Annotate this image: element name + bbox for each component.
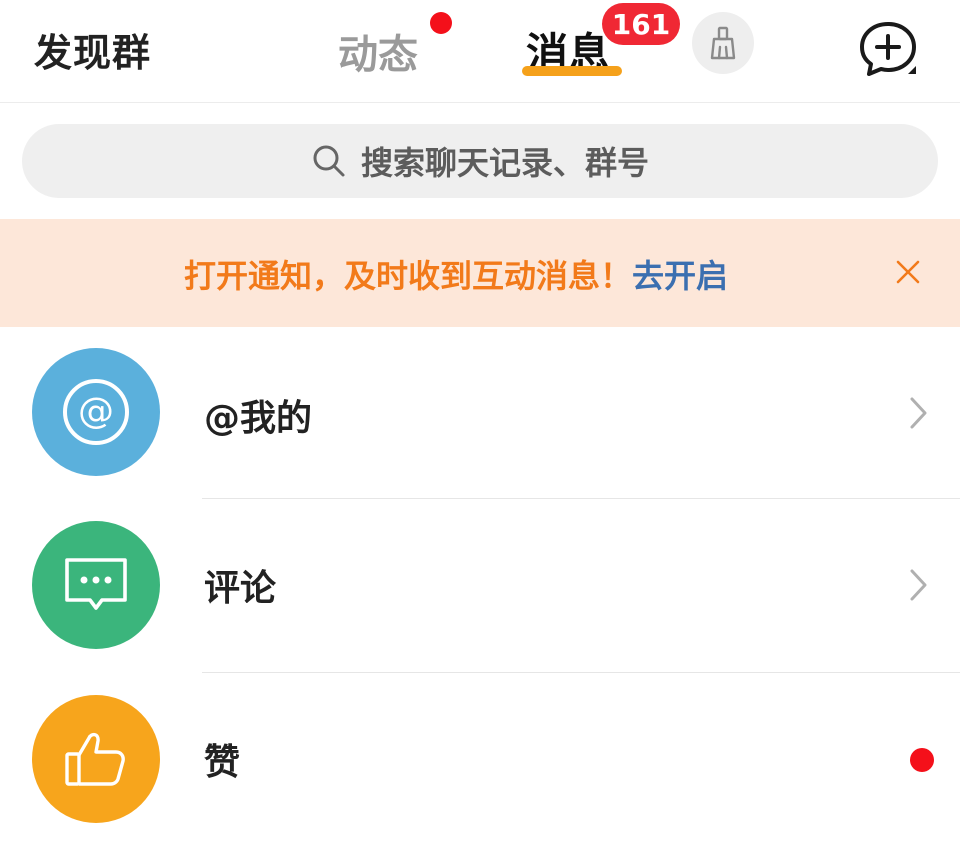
close-icon[interactable] [890,254,926,290]
comment-icon [65,558,127,610]
svg-text:@: @ [78,391,114,432]
mentions-avatar: @ [32,348,160,476]
comments-avatar [32,521,160,649]
at-icon: @ [63,379,129,445]
search-placeholder: 搜索聊天记录、群号 [360,144,649,182]
tab-dongtai-dot [430,12,452,34]
search-bar[interactable]: 搜索聊天记录、群号 [22,124,938,198]
clear-unread-button[interactable] [692,12,754,74]
top-bar: 发现群 动态 消息 161 [0,0,960,103]
likes-label: 赞 [204,742,241,783]
list-item-comments[interactable]: 评论 [0,499,960,671]
likes-avatar [32,695,160,823]
add-chat-icon[interactable] [856,18,920,82]
notification-message: 打开通知，及时收到互动消息！ [184,257,633,295]
tab-dongtai[interactable]: 动态 [338,22,418,80]
unread-dot [910,748,934,772]
search-icon [313,145,345,177]
list-item-likes[interactable]: 赞 [0,673,960,845]
enable-notification-link[interactable]: 去开启 [632,257,728,295]
list-item-mentions[interactable]: @ @我的 [0,327,960,499]
discover-groups-button[interactable]: 发现群 [34,22,151,77]
notification-message-line: 打开通知，及时收到互动消息！去开启 [184,251,728,297]
mentions-label: @我的 [204,398,313,439]
unread-count-badge: 161 [602,3,680,45]
thumbs-up-icon [65,732,125,786]
comments-label: 评论 [204,568,277,609]
active-tab-indicator [522,66,622,76]
chevron-right-icon [910,569,927,601]
broom-icon [710,26,736,60]
chevron-right-icon [910,397,927,429]
notification-banner: 打开通知，及时收到互动消息！去开启 [0,219,960,327]
